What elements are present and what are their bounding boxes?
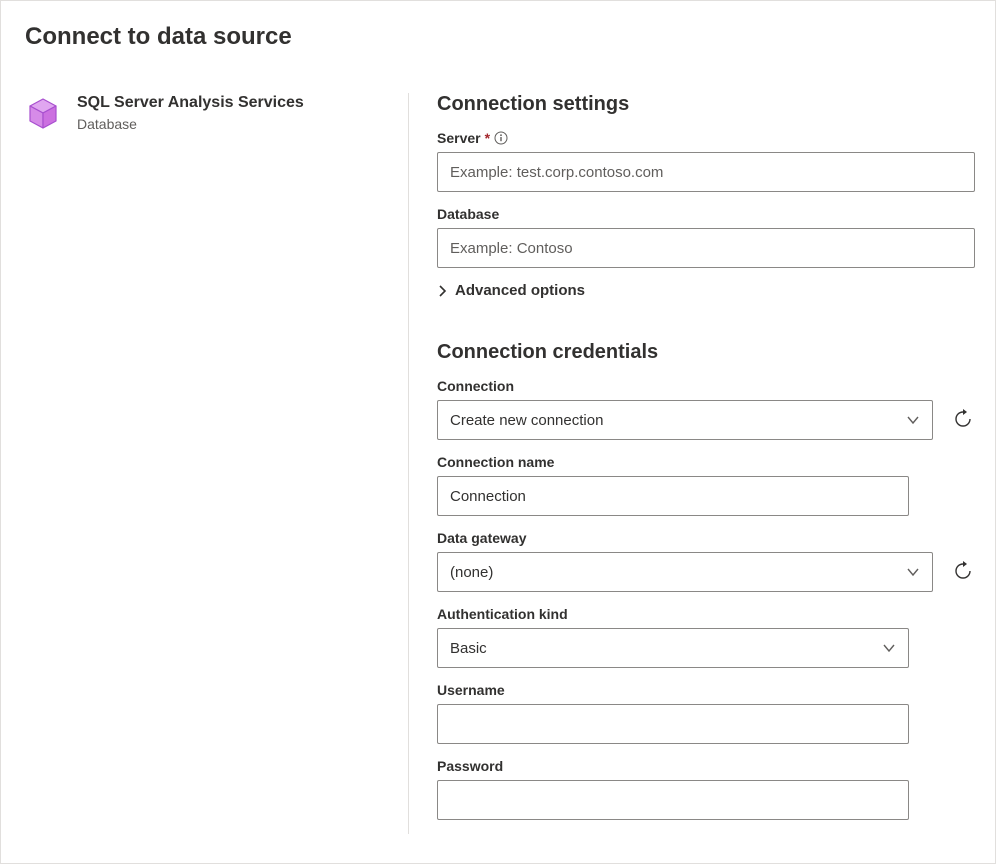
refresh-icon	[953, 561, 973, 584]
info-icon[interactable]	[494, 131, 508, 145]
data-gateway-select-value: (none)	[450, 564, 493, 581]
required-marker: *	[485, 130, 490, 146]
auth-kind-select-value: Basic	[450, 640, 487, 657]
connection-field: Connection Create new connection	[437, 378, 975, 440]
username-field: Username	[437, 682, 909, 744]
cube-icon	[25, 95, 61, 131]
advanced-options-label: Advanced options	[455, 282, 585, 299]
chevron-down-icon	[906, 565, 920, 579]
data-gateway-label: Data gateway	[437, 530, 975, 546]
advanced-options-toggle[interactable]: Advanced options	[437, 282, 975, 299]
password-input[interactable]	[437, 780, 909, 820]
password-field: Password	[437, 758, 909, 820]
server-label-text: Server	[437, 130, 481, 146]
data-source-item: SQL Server Analysis Services Database	[25, 93, 388, 132]
connection-select[interactable]: Create new connection	[437, 400, 933, 440]
connection-credentials-heading: Connection credentials	[437, 341, 975, 364]
left-column: SQL Server Analysis Services Database	[25, 93, 409, 834]
refresh-connection-button[interactable]	[951, 408, 975, 432]
connection-name-label: Connection name	[437, 454, 909, 470]
chevron-right-icon	[437, 285, 449, 297]
dialog-frame: Connect to data source SQL Server Analys…	[0, 0, 996, 864]
database-field: Database	[437, 206, 975, 268]
database-label: Database	[437, 206, 975, 222]
page-title: Connect to data source	[25, 23, 971, 51]
chevron-down-icon	[906, 413, 920, 427]
password-label: Password	[437, 758, 909, 774]
auth-kind-field: Authentication kind Basic	[437, 606, 909, 668]
server-label: Server *	[437, 130, 975, 146]
username-input[interactable]	[437, 704, 909, 744]
right-column: Connection settings Server *	[409, 93, 979, 834]
connection-select-value: Create new connection	[450, 412, 603, 429]
data-source-name: SQL Server Analysis Services	[77, 93, 304, 114]
data-source-text: SQL Server Analysis Services Database	[77, 93, 304, 132]
database-input[interactable]	[437, 228, 975, 268]
username-label: Username	[437, 682, 909, 698]
data-gateway-select[interactable]: (none)	[437, 552, 933, 592]
connection-label: Connection	[437, 378, 975, 394]
connection-name-input[interactable]	[437, 476, 909, 516]
server-input[interactable]	[437, 152, 975, 192]
columns: SQL Server Analysis Services Database Co…	[25, 93, 971, 834]
auth-kind-label: Authentication kind	[437, 606, 909, 622]
data-gateway-field: Data gateway (none)	[437, 530, 975, 592]
refresh-icon	[953, 409, 973, 432]
connection-name-field: Connection name	[437, 454, 909, 516]
auth-kind-select[interactable]: Basic	[437, 628, 909, 668]
server-field: Server *	[437, 130, 975, 192]
connection-settings-heading: Connection settings	[437, 93, 975, 116]
data-source-subtitle: Database	[77, 116, 304, 132]
refresh-gateway-button[interactable]	[951, 560, 975, 584]
chevron-down-icon	[882, 641, 896, 655]
